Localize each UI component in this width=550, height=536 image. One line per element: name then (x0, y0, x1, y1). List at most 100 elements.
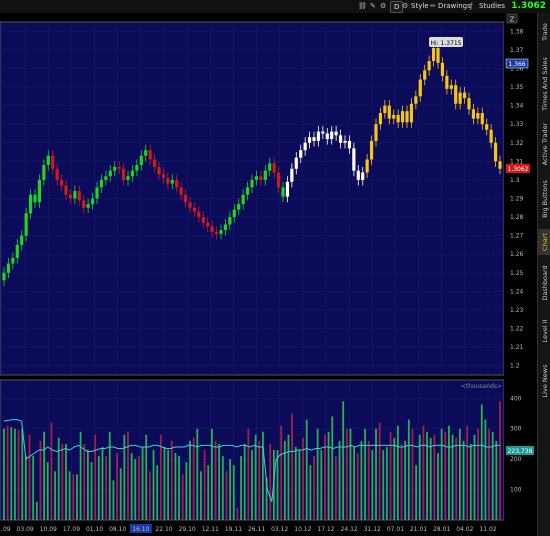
side-tab-dashboard[interactable]: Dashboard (538, 261, 550, 305)
candle-body (245, 187, 250, 195)
side-tab-live-news[interactable]: Live News (538, 357, 550, 405)
toolbar: ⛓ ✎ ⚙ D ⚙ Style ✏ Drawings ƒ Studies 1.3… (0, 0, 550, 14)
drawings-menu-button[interactable]: Drawings (438, 1, 471, 11)
volume-bar (240, 456, 242, 520)
candle-body (90, 198, 95, 205)
chart-area[interactable]: 1.2 1.21 1.22 1.23 1.24 1.25 1.26 1.27 1.28 1.29 1… (0, 13, 537, 536)
studies-icon[interactable]: ƒ (470, 1, 472, 11)
volume-bar (360, 440, 363, 520)
volume-bar (458, 428, 461, 520)
side-tab-trade[interactable]: Trade (538, 15, 550, 49)
candle-body (343, 140, 347, 143)
drawings-icon[interactable]: ✏ (430, 1, 436, 11)
volume-bar (396, 425, 399, 520)
price-tick-label: 1.26 (510, 251, 524, 258)
candle-body (130, 170, 135, 177)
price-tick-label: 1.28 (510, 214, 524, 221)
candle-body (369, 140, 374, 160)
volume-bar (163, 446, 166, 520)
time-tick-label: 11.09 (0, 526, 11, 533)
volume-bar (159, 434, 162, 520)
volume-bar (338, 440, 341, 520)
candle-body (11, 257, 15, 264)
candle-body (396, 114, 400, 123)
time-tick-label: 07.01 (387, 526, 404, 533)
price-tick-label: 1.35 (510, 84, 524, 91)
volume-tick-label: 300 (510, 426, 522, 433)
candle-body (241, 194, 245, 205)
volume-bar (83, 443, 86, 520)
candle-body (214, 231, 219, 234)
candle-body (449, 85, 453, 89)
volume-bar (324, 434, 326, 520)
time-tick-label: 04.02 (456, 526, 473, 533)
volume-bar (393, 437, 396, 520)
candle-body (409, 103, 414, 123)
candle-body (467, 98, 471, 110)
candle-body (86, 204, 90, 208)
candle-body (232, 209, 236, 218)
side-tab-level-ii[interactable]: Level II (538, 311, 550, 351)
candle-body (95, 187, 99, 199)
side-tab-times-and-sales[interactable]: Times And Sales (538, 55, 550, 113)
volume-bar (79, 431, 82, 520)
candle-body (104, 176, 108, 180)
gear-icon[interactable]: ⚙ (380, 1, 386, 11)
volume-bar (145, 434, 148, 520)
candle-body (201, 217, 205, 223)
volume-bar (280, 425, 283, 520)
volume-bar (269, 443, 272, 520)
volume-bar (214, 440, 217, 520)
volume-bar (116, 453, 118, 520)
side-tab-active-trader[interactable]: Active Trader (538, 119, 550, 169)
candle-body (440, 62, 445, 76)
candle-body (303, 142, 307, 151)
candle-body (170, 179, 174, 184)
style-menu-button[interactable]: Style (411, 1, 429, 11)
volume-bar (130, 453, 133, 520)
volume-bar (356, 453, 359, 520)
volume-bar (305, 419, 308, 520)
candle-body (108, 170, 112, 177)
candle-body (192, 207, 197, 212)
wrench-icon[interactable]: ✎ (370, 1, 376, 11)
last-price-tag-label: 1.3062 (508, 166, 529, 173)
candle-body (476, 113, 480, 119)
time-tick-label: 26.11 (248, 526, 265, 533)
candle-body (493, 142, 498, 162)
volume-bar (451, 434, 454, 520)
volume-bar (39, 440, 42, 520)
price-tick-label: 1.23 (510, 307, 524, 314)
side-tab-big-buttons[interactable]: Big Buttons (538, 175, 550, 223)
studies-menu-button[interactable]: Studies (479, 1, 505, 11)
side-tab-chart[interactable]: Chart (538, 229, 550, 255)
volume-bar (298, 450, 301, 520)
candle-body (28, 194, 33, 214)
candle-body (121, 168, 126, 180)
volume-bar (422, 425, 425, 520)
volume-bar (455, 437, 458, 520)
candle-body (480, 113, 484, 125)
volume-bar (448, 425, 450, 520)
candle-body (152, 159, 157, 167)
volume-bar (258, 440, 261, 520)
candle-body (400, 111, 405, 123)
zoom-icon[interactable]: Z (506, 13, 518, 24)
volume-bar (210, 428, 213, 520)
candle-body (148, 150, 152, 160)
volume-bar (174, 453, 177, 520)
candle-body (454, 85, 458, 104)
candle-body (285, 181, 290, 197)
volume-bar (491, 431, 494, 520)
volume-bar (309, 465, 312, 520)
volume-bar (353, 446, 356, 520)
style-icon[interactable]: ⚙ (402, 1, 408, 11)
link-icon[interactable]: ⛓ (358, 1, 367, 11)
candle-body (166, 178, 170, 184)
volume-bar (119, 468, 122, 520)
volume-bar (276, 450, 279, 520)
time-tick-label: 08.10 (109, 526, 126, 533)
candle-body (316, 131, 321, 141)
price-tick-label: 1.21 (510, 344, 524, 351)
volume-bar (254, 434, 257, 520)
